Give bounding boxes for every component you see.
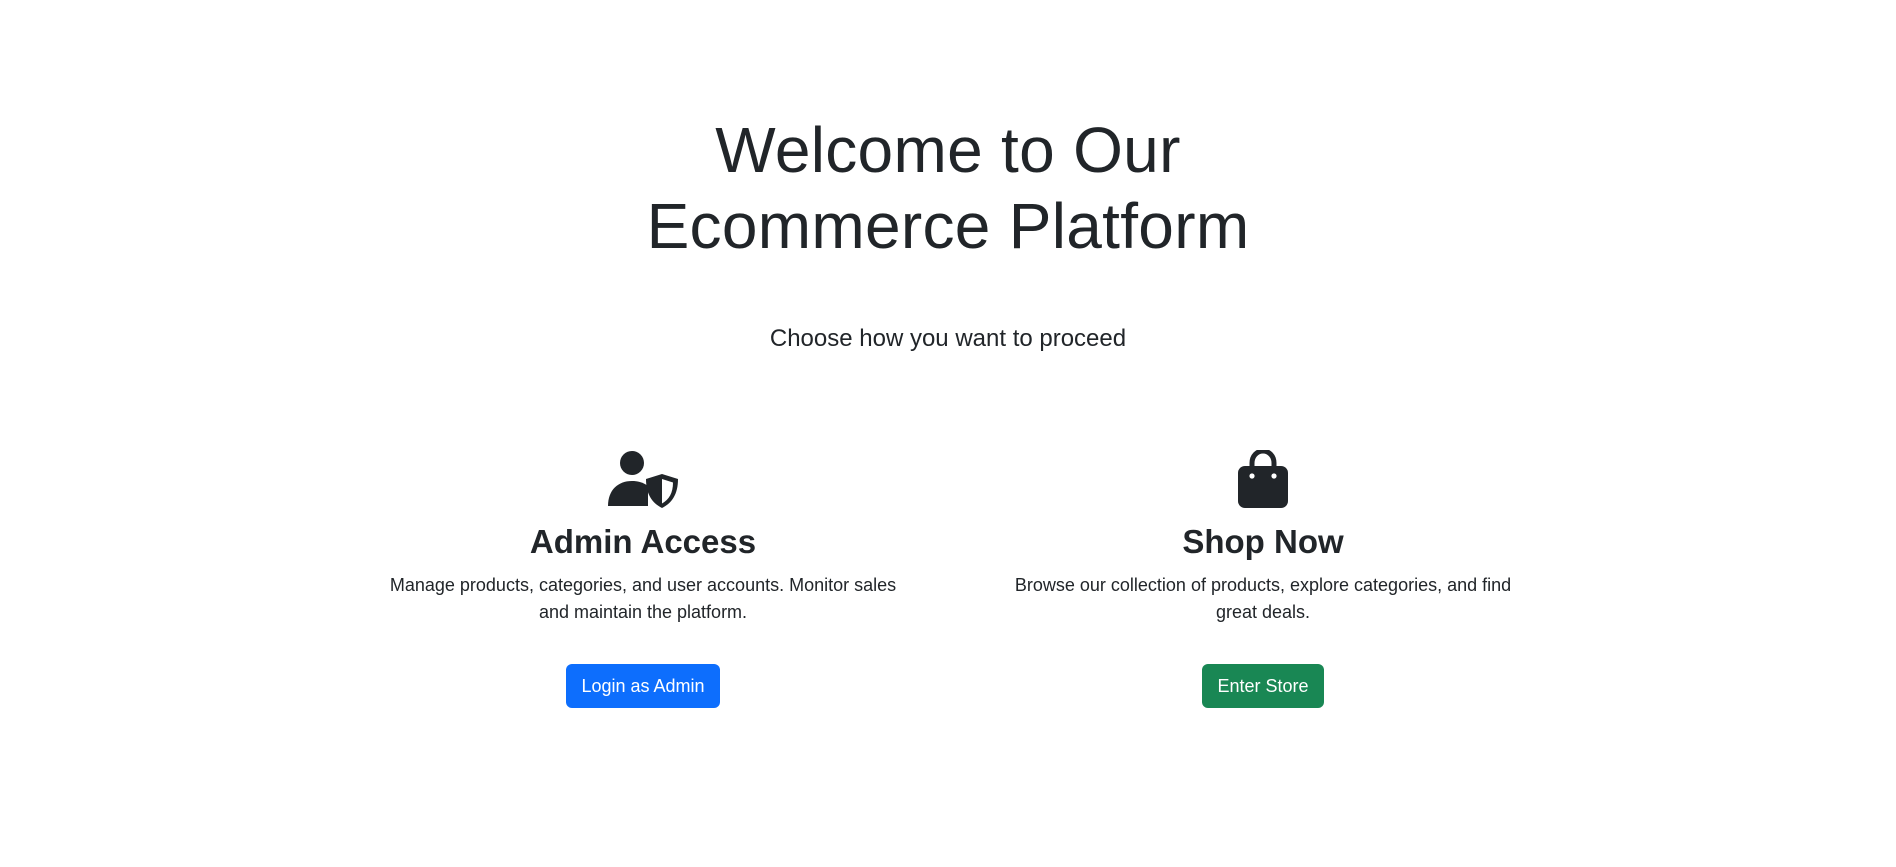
person-shield-icon	[608, 451, 678, 508]
shop-now-card: Shop Now Browse our collection of produc…	[1003, 450, 1523, 708]
page-subtitle: Choose how you want to proceed	[769, 325, 1127, 352]
admin-access-card: Admin Access Manage products, categories…	[383, 450, 903, 708]
landing-page: Welcome to Our Ecommerce Platform Choose…	[0, 0, 1896, 867]
shop-card-description: Browse our collection of products, explo…	[1014, 575, 1512, 622]
login-as-admin-button[interactable]: Login as Admin	[566, 664, 720, 708]
enter-store-button[interactable]: Enter Store	[1202, 664, 1324, 708]
shopping-bag-icon	[1238, 450, 1288, 508]
shop-card-title: Shop Now	[1182, 523, 1344, 560]
admin-card-description: Manage products, categories, and user ac…	[389, 575, 897, 622]
page-title: Welcome to Our Ecommerce Platform	[646, 114, 1250, 262]
hero-section: Welcome to Our Ecommerce Platform Choose…	[0, 112, 1896, 354]
admin-card-title: Admin Access	[529, 523, 757, 560]
